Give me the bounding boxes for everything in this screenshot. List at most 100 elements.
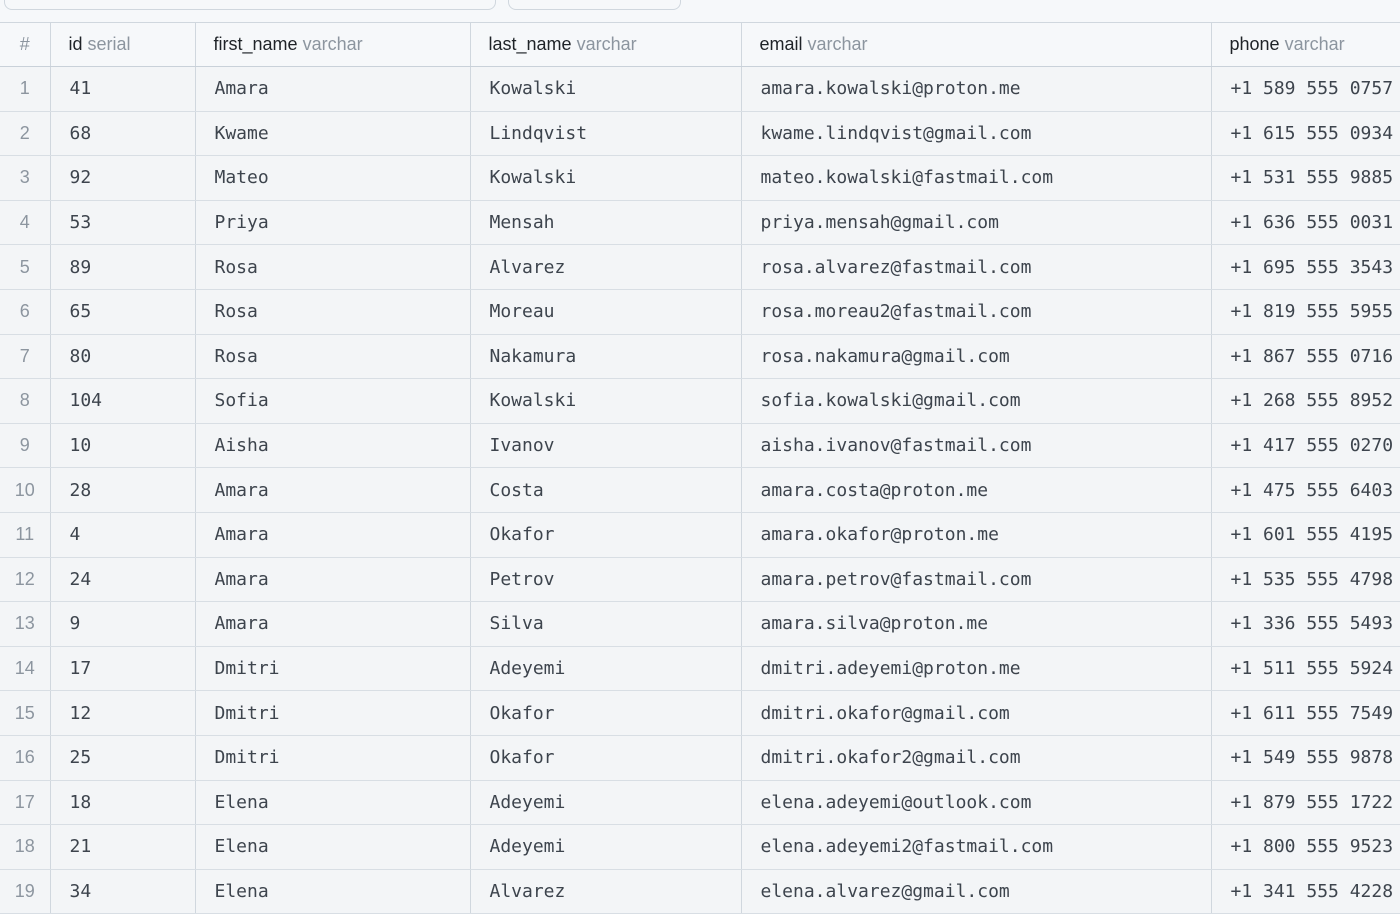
cell-last-name[interactable]: Moreau xyxy=(470,289,742,335)
cell-last-name[interactable]: Alvarez xyxy=(470,869,742,914)
cell-last-name[interactable]: Costa xyxy=(470,467,742,513)
cell-first-name[interactable]: Rosa xyxy=(195,244,471,290)
cell-first-name[interactable]: Amara xyxy=(195,66,471,112)
cell-phone[interactable]: +1 511 555 5924 xyxy=(1211,646,1400,692)
cell-first-name[interactable]: Rosa xyxy=(195,289,471,335)
cell-id[interactable]: 34 xyxy=(50,869,196,914)
cell-last-name[interactable]: Adeyemi xyxy=(470,780,742,826)
cell-last-name[interactable]: Mensah xyxy=(470,200,742,246)
table-row[interactable]: 16 25 Dmitri Okafor dmitri.okafor2@gmail.com… xyxy=(0,735,1400,781)
cell-email[interactable]: sofia.kowalski@gmail.com xyxy=(741,378,1212,424)
cell-first-name[interactable]: Dmitri xyxy=(195,735,471,781)
cell-phone[interactable]: +1 589 555 0757 xyxy=(1211,66,1400,112)
table-row[interactable]: 13 9 Amara Silva amara.silva@proton.me +1 336… xyxy=(0,601,1400,647)
cell-last-name[interactable]: Okafor xyxy=(470,512,742,558)
cell-email[interactable]: amara.petrov@fastmail.com xyxy=(741,557,1212,603)
cell-id[interactable]: 18 xyxy=(50,780,196,826)
column-header-email[interactable]: email varchar xyxy=(741,23,1212,67)
cell-id[interactable]: 21 xyxy=(50,824,196,870)
cell-id[interactable]: 28 xyxy=(50,467,196,513)
table-row[interactable]: 8 104 Sofia Kowalski sofia.kowalski@gmail.co… xyxy=(0,378,1400,424)
cell-email[interactable]: elena.adeyemi2@fastmail.com xyxy=(741,824,1212,870)
cell-id[interactable]: 65 xyxy=(50,289,196,335)
cell-id[interactable]: 24 xyxy=(50,557,196,603)
table-row[interactable]: 4 53 Priya Mensah priya.mensah@gmail.com +1 6… xyxy=(0,200,1400,246)
cell-phone[interactable]: +1 535 555 4798 xyxy=(1211,557,1400,603)
table-row[interactable]: 9 10 Aisha Ivanov aisha.ivanov@fastmail.com +… xyxy=(0,423,1400,469)
cell-first-name[interactable]: Elena xyxy=(195,869,471,914)
cell-phone[interactable]: +1 336 555 5493 xyxy=(1211,601,1400,647)
cell-id[interactable]: 80 xyxy=(50,334,196,380)
cell-id[interactable]: 92 xyxy=(50,155,196,201)
cell-email[interactable]: rosa.alvarez@fastmail.com xyxy=(741,244,1212,290)
cell-email[interactable]: elena.alvarez@gmail.com xyxy=(741,869,1212,914)
cell-first-name[interactable]: Aisha xyxy=(195,423,471,469)
cell-last-name[interactable]: Lindqvist xyxy=(470,111,742,157)
cell-email[interactable]: rosa.nakamura@gmail.com xyxy=(741,334,1212,380)
cell-phone[interactable]: +1 341 555 4228 xyxy=(1211,869,1400,914)
cell-last-name[interactable]: Adeyemi xyxy=(470,646,742,692)
cell-email[interactable]: amara.okafor@proton.me xyxy=(741,512,1212,558)
cell-phone[interactable]: +1 879 555 1722 xyxy=(1211,780,1400,826)
cell-first-name[interactable]: Elena xyxy=(195,780,471,826)
cell-last-name[interactable]: Adeyemi xyxy=(470,824,742,870)
table-row[interactable]: 5 89 Rosa Alvarez rosa.alvarez@fastmail.com +… xyxy=(0,244,1400,290)
cell-last-name[interactable]: Silva xyxy=(470,601,742,647)
table-row[interactable]: 3 92 Mateo Kowalski mateo.kowalski@fastmail.… xyxy=(0,155,1400,201)
cell-id[interactable]: 10 xyxy=(50,423,196,469)
cell-id[interactable]: 89 xyxy=(50,244,196,290)
cell-phone[interactable]: +1 636 555 0031 xyxy=(1211,200,1400,246)
cell-phone[interactable]: +1 268 555 8952 xyxy=(1211,378,1400,424)
table-row[interactable]: 15 12 Dmitri Okafor dmitri.okafor@gmail.com +… xyxy=(0,690,1400,736)
cell-first-name[interactable]: Amara xyxy=(195,467,471,513)
column-header-last-name[interactable]: last_name varchar xyxy=(470,23,742,67)
cell-last-name[interactable]: Kowalski xyxy=(470,378,742,424)
cell-id[interactable]: 12 xyxy=(50,690,196,736)
cell-email[interactable]: amara.costa@proton.me xyxy=(741,467,1212,513)
column-header-phone[interactable]: phone varchar xyxy=(1211,23,1400,67)
cell-email[interactable]: dmitri.okafor@gmail.com xyxy=(741,690,1212,736)
cell-phone[interactable]: +1 867 555 0716 xyxy=(1211,334,1400,380)
table-row[interactable]: 14 17 Dmitri Adeyemi dmitri.adeyemi@proton.m… xyxy=(0,646,1400,692)
column-header-first-name[interactable]: first_name varchar xyxy=(195,23,471,67)
cell-email[interactable]: dmitri.okafor2@gmail.com xyxy=(741,735,1212,781)
table-row[interactable]: 19 34 Elena Alvarez elena.alvarez@gmail.com +… xyxy=(0,869,1400,914)
cell-phone[interactable]: +1 695 555 3543 xyxy=(1211,244,1400,290)
table-row[interactable]: 6 65 Rosa Moreau rosa.moreau2@fastmail.com +1… xyxy=(0,289,1400,335)
column-header-id[interactable]: id serial xyxy=(50,23,196,67)
table-row[interactable]: 17 18 Elena Adeyemi elena.adeyemi@outlook.co… xyxy=(0,780,1400,826)
cell-first-name[interactable]: Dmitri xyxy=(195,690,471,736)
cell-id[interactable]: 53 xyxy=(50,200,196,246)
table-row[interactable]: 11 4 Amara Okafor amara.okafor@proton.me +1 6… xyxy=(0,512,1400,558)
cell-phone[interactable]: +1 475 555 6403 xyxy=(1211,467,1400,513)
table-row[interactable]: 2 68 Kwame Lindqvist kwame.lindqvist@gmail.c… xyxy=(0,111,1400,157)
query-input[interactable] xyxy=(4,0,496,10)
cell-first-name[interactable]: Amara xyxy=(195,512,471,558)
cell-phone[interactable]: +1 531 555 9885 xyxy=(1211,155,1400,201)
cell-phone[interactable]: +1 417 555 0270 xyxy=(1211,423,1400,469)
cell-phone[interactable]: +1 615 555 0934 xyxy=(1211,111,1400,157)
cell-id[interactable]: 4 xyxy=(50,512,196,558)
table-row[interactable]: 7 80 Rosa Nakamura rosa.nakamura@gmail.com +1… xyxy=(0,334,1400,380)
cell-email[interactable]: aisha.ivanov@fastmail.com xyxy=(741,423,1212,469)
cell-email[interactable]: rosa.moreau2@fastmail.com xyxy=(741,289,1212,335)
cell-first-name[interactable]: Priya xyxy=(195,200,471,246)
table-row[interactable]: 18 21 Elena Adeyemi elena.adeyemi2@fastmail.… xyxy=(0,824,1400,870)
cell-last-name[interactable]: Petrov xyxy=(470,557,742,603)
table-row[interactable]: 12 24 Amara Petrov amara.petrov@fastmail.com… xyxy=(0,557,1400,603)
cell-last-name[interactable]: Kowalski xyxy=(470,155,742,201)
cell-email[interactable]: amara.silva@proton.me xyxy=(741,601,1212,647)
cell-phone[interactable]: +1 800 555 9523 xyxy=(1211,824,1400,870)
cell-first-name[interactable]: Sofia xyxy=(195,378,471,424)
cell-id[interactable]: 41 xyxy=(50,66,196,112)
cell-phone[interactable]: +1 601 555 4195 xyxy=(1211,512,1400,558)
cell-last-name[interactable]: Kowalski xyxy=(470,66,742,112)
cell-id[interactable]: 104 xyxy=(50,378,196,424)
table-row[interactable]: 10 28 Amara Costa amara.costa@proton.me +1 47… xyxy=(0,467,1400,513)
cell-phone[interactable]: +1 819 555 5955 xyxy=(1211,289,1400,335)
cell-first-name[interactable]: Kwame xyxy=(195,111,471,157)
cell-last-name[interactable]: Okafor xyxy=(470,735,742,781)
cell-email[interactable]: mateo.kowalski@fastmail.com xyxy=(741,155,1212,201)
cell-last-name[interactable]: Ivanov xyxy=(470,423,742,469)
cell-first-name[interactable]: Rosa xyxy=(195,334,471,380)
